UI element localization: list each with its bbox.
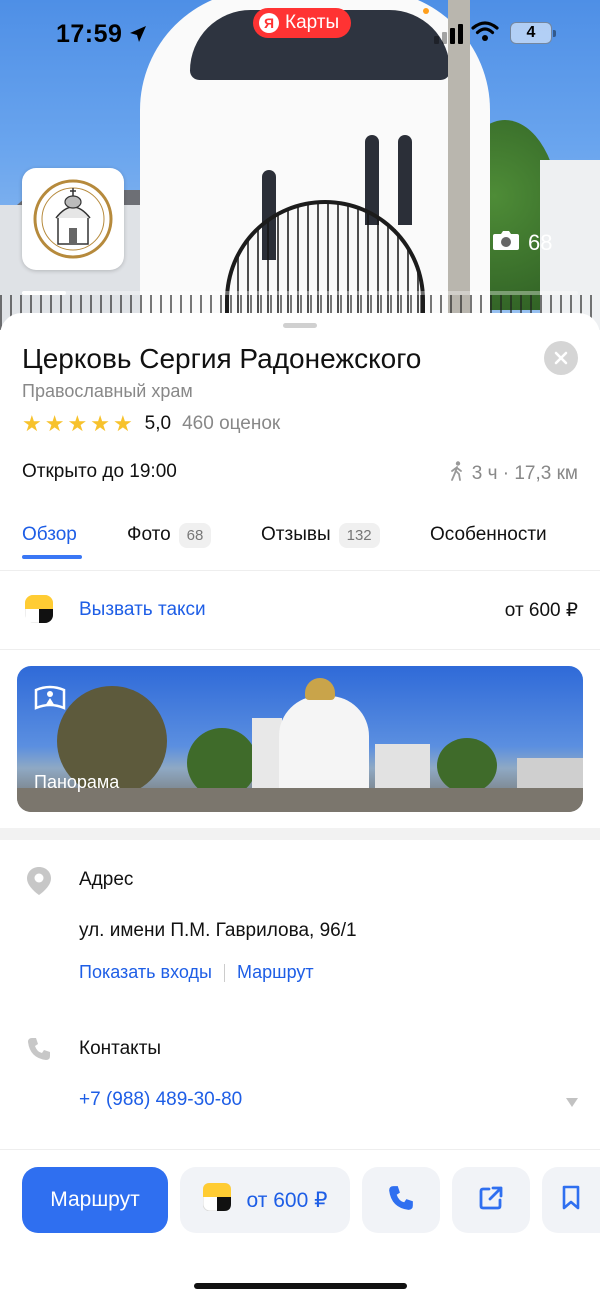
star-icon: ★ [44, 411, 65, 436]
section-divider [0, 828, 600, 840]
panorama-building [517, 758, 583, 792]
address-heading: Адрес [79, 869, 134, 890]
taxi-icon [25, 595, 53, 623]
tab-label: Отзывы [261, 524, 331, 545]
tab-bar: Обзор Фото 68 Отзывы 132 Особенности [0, 511, 600, 571]
route-button-label: Маршрут [50, 1188, 140, 1211]
star-icon: ★ [22, 411, 42, 436]
place-card-sheet: Церковь Сергия Радонежского Православный… [0, 313, 600, 1297]
taxi-price: от 600 ₽ [504, 600, 578, 621]
close-icon [554, 351, 568, 365]
panorama-tree [437, 738, 497, 793]
tab-photos[interactable]: Фото 68 [127, 519, 212, 551]
walking-person-icon [450, 461, 464, 487]
address-links: Показать входы Маршрут [79, 962, 314, 983]
call-taxi-link[interactable]: Вызвать такси [79, 599, 206, 621]
open-status: Открыто до 19:00 [22, 461, 177, 482]
panorama-icon [33, 684, 67, 719]
share-icon [478, 1185, 504, 1216]
rating[interactable]: ★ ★ ★ ★ ★ 5,0 460 оценок [22, 413, 280, 435]
close-button[interactable] [544, 341, 578, 375]
church-emblem-icon [33, 179, 113, 259]
sheet-grabber[interactable] [283, 323, 317, 328]
tab-overview[interactable]: Обзор [22, 519, 77, 551]
call-button[interactable] [362, 1167, 440, 1233]
show-entrances-link[interactable]: Показать входы [79, 962, 212, 983]
address-text[interactable]: ул. имени П.М. Гаврилова, 96/1 [79, 920, 357, 942]
hero-photo-window [398, 135, 412, 225]
bottom-action-bar: Маршрут от 600 ₽ [0, 1149, 600, 1297]
tab-features[interactable]: Особенности [430, 519, 547, 551]
bookmark-button[interactable] [542, 1167, 600, 1233]
panorama-building [375, 744, 430, 792]
walk-info-text: 3 ч · 17,3 км [471, 463, 578, 484]
gallery-progress [22, 291, 578, 295]
star-icon: ★ [112, 411, 133, 436]
panorama-church [279, 696, 369, 791]
link-divider [223, 963, 225, 982]
taxi-button-label: от 600 ₽ [246, 1188, 328, 1212]
status-bar: 17:59 Я Карты 4 [0, 8, 600, 54]
location-pin-icon [26, 866, 52, 901]
place-logo [22, 168, 124, 270]
wifi-icon [471, 20, 499, 47]
star-icon: ★ [90, 411, 110, 436]
rating-count: 460 оценок [182, 413, 281, 434]
battery-indicator: 4 [510, 22, 556, 44]
phone-number-link[interactable]: +7 (988) 489-30-80 [79, 1089, 242, 1111]
panorama-building [252, 718, 282, 793]
recording-dot-icon [423, 8, 429, 14]
location-arrow-icon [128, 24, 148, 49]
star-icon: ★ [67, 411, 88, 436]
tab-count-badge: 68 [178, 522, 212, 548]
route-link[interactable]: Маршрут [237, 962, 314, 983]
share-button[interactable] [452, 1167, 530, 1233]
place-title: Церковь Сергия Радонежского [22, 343, 422, 374]
taxi-button[interactable]: от 600 ₽ [180, 1167, 350, 1233]
rating-score: 5,0 [144, 413, 172, 434]
photo-count-value: 68 [528, 230, 553, 255]
camera-icon [492, 229, 520, 257]
gallery-progress-fill [22, 291, 67, 295]
app-badge[interactable]: Я Карты [253, 8, 352, 38]
active-tab-indicator [22, 555, 82, 559]
walk-info[interactable]: 3 ч · 17,3 км [450, 461, 578, 487]
phone-icon [387, 1184, 415, 1217]
panorama-preview[interactable]: Панорама [17, 666, 583, 812]
home-indicator[interactable] [194, 1283, 407, 1289]
yandex-logo-icon: Я [259, 13, 279, 33]
cellular-signal-icon [434, 24, 463, 44]
panorama-label: Панорама [34, 772, 120, 792]
photo-count[interactable]: 68 [492, 229, 552, 257]
tab-label: Фото [127, 524, 171, 545]
route-button[interactable]: Маршрут [22, 1167, 168, 1233]
panorama-dome [305, 678, 335, 700]
bookmark-icon [561, 1185, 581, 1216]
chevron-down-icon[interactable] [566, 1094, 578, 1112]
phone-icon [26, 1036, 52, 1067]
taxi-icon [202, 1182, 232, 1217]
place-category: Православный храм [22, 381, 193, 401]
tab-label: Обзор [22, 524, 77, 545]
status-time: 17:59 [56, 20, 123, 48]
tab-label: Особенности [430, 524, 547, 545]
tab-reviews[interactable]: Отзывы 132 [261, 519, 380, 551]
contacts-heading: Контакты [79, 1038, 162, 1059]
taxi-row[interactable]: Вызвать такси от 600 ₽ [0, 572, 600, 650]
tab-count-badge: 132 [338, 522, 380, 548]
app-badge-label: Карты [285, 12, 340, 33]
